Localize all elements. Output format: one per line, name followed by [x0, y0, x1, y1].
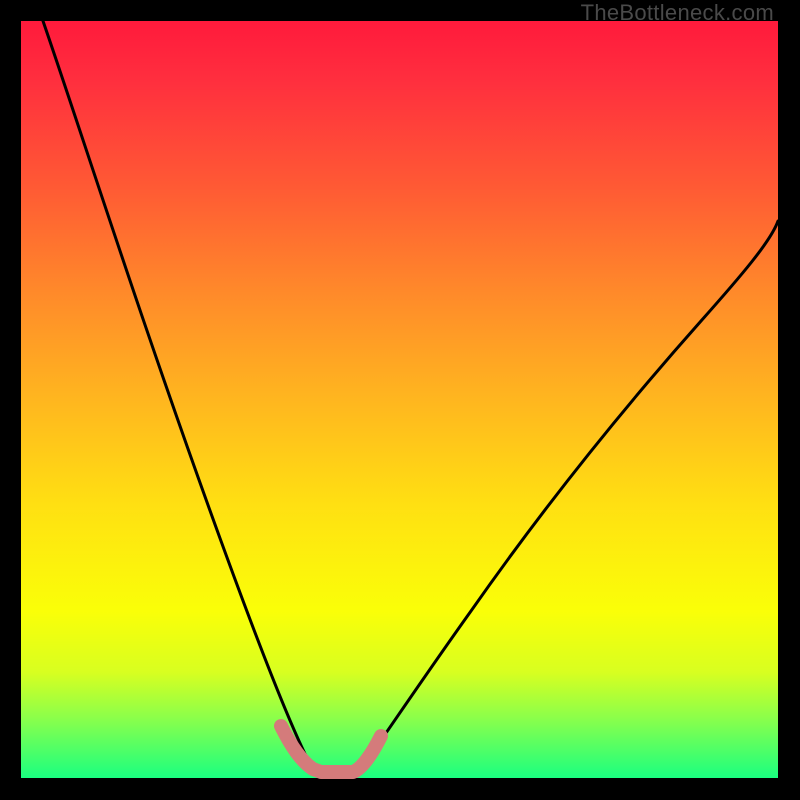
watermark-text: TheBottleneck.com — [581, 0, 774, 26]
chart-frame: TheBottleneck.com — [0, 0, 800, 800]
chart-curves-svg — [21, 21, 778, 778]
curve-left — [43, 21, 316, 769]
curve-right — [361, 221, 778, 769]
